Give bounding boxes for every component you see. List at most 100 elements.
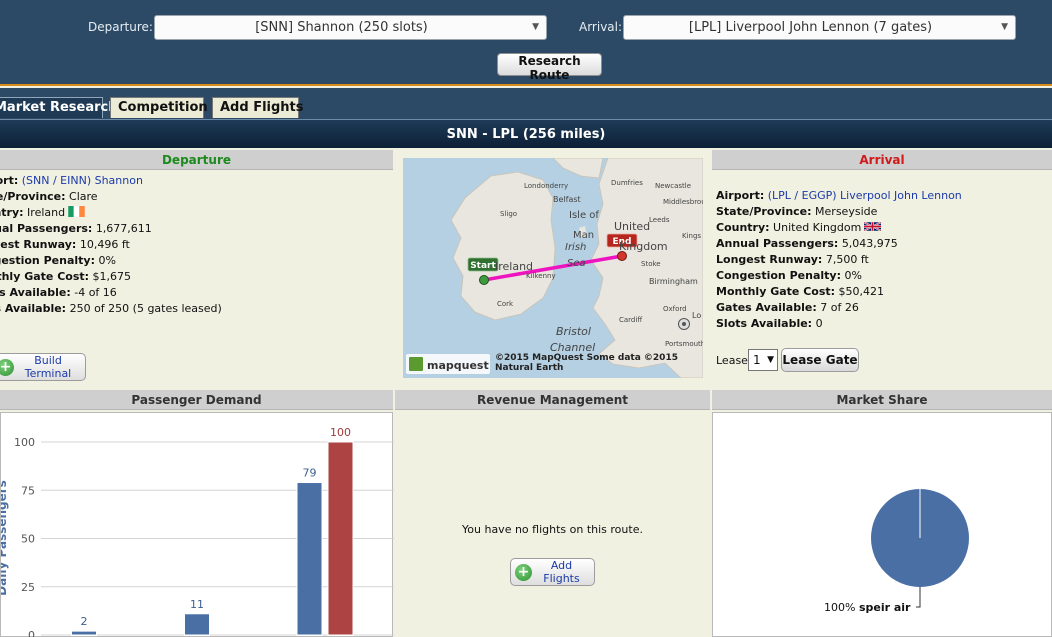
- svg-text:Middlesbrough: Middlesbrough: [663, 198, 703, 206]
- uk-flag-icon: [864, 221, 882, 232]
- svg-text:Irish: Irish: [565, 242, 586, 253]
- route-map[interactable]: Start End Londonderry Dumfries Newcastle…: [403, 158, 703, 378]
- y-tick-label: 25: [21, 581, 35, 594]
- y-tick-label: 50: [21, 533, 35, 546]
- pie-slice-label: 100% speir air: [824, 601, 911, 614]
- svg-text:Isle of: Isle of: [569, 210, 599, 221]
- route-title: SNN - LPL (256 miles): [0, 119, 1052, 148]
- map-start-label: Start: [470, 261, 496, 271]
- bar[interactable]: [296, 482, 323, 636]
- arrival-row-gate-cost: Monthly Gate Cost: $50,421: [716, 285, 885, 298]
- lease-quantity-select[interactable]: 1 ▼: [748, 349, 778, 371]
- svg-text:Lo: Lo: [692, 311, 701, 320]
- svg-text:Londonderry: Londonderry: [524, 182, 568, 190]
- bar-data-label: 11: [190, 598, 204, 611]
- mapquest-logo-icon: [409, 357, 423, 371]
- route-map-svg: Start End Londonderry Dumfries Newcastle…: [403, 158, 703, 378]
- departure-info: Airport: (SNN / EINN) Shannon State/Prov…: [0, 173, 222, 317]
- departure-row-passengers: Annual Passengers: 1,677,611: [0, 222, 152, 235]
- arrival-row-gates: Gates Available: 7 of 26: [716, 301, 859, 314]
- lease-label: Lease: [716, 354, 748, 367]
- y-axis-label: Daily Passengers: [1, 480, 9, 596]
- svg-text:Stoke: Stoke: [641, 260, 661, 268]
- svg-text:Newcastle: Newcastle: [655, 182, 691, 190]
- plus-icon: +: [515, 564, 532, 581]
- no-flights-message: You have no flights on this route.: [462, 523, 643, 536]
- departure-heading: Departure: [0, 150, 393, 170]
- svg-text:Kilkenny: Kilkenny: [526, 272, 556, 280]
- bar[interactable]: [184, 613, 210, 636]
- research-route-button[interactable]: Research Route: [497, 53, 602, 82]
- svg-text:Leeds: Leeds: [649, 216, 670, 224]
- route-search-bar: Departure: [SNN] Shannon (250 slots) ▼ A…: [0, 0, 1052, 86]
- arrival-row-state: State/Province: Merseyside: [716, 205, 878, 218]
- departure-row-runway: Longest Runway: 10,496 ft: [0, 238, 130, 251]
- svg-text:Portsmouth: Portsmouth: [665, 340, 703, 348]
- tab-add-flights[interactable]: Add Flights: [212, 97, 304, 118]
- passenger-demand-chart: 0 25 50 75 100 Daily Passengers 2 11 79 100: [0, 412, 394, 637]
- arrival-row-passengers: Annual Passengers: 5,043,975: [716, 237, 898, 250]
- svg-text:Birmingham: Birmingham: [649, 277, 698, 286]
- arrival-row-runway: Longest Runway: 7,500 ft: [716, 253, 869, 266]
- market-share-chart: 100% speir air: [712, 412, 1052, 637]
- add-flights-button[interactable]: + Add Flights: [510, 558, 595, 586]
- passenger-demand-svg: 0 25 50 75 100 Daily Passengers 2 11 79 100: [0, 426, 394, 637]
- passenger-demand-heading: Passenger Demand: [0, 390, 393, 410]
- svg-text:Dumfries: Dumfries: [611, 179, 643, 187]
- departure-airport-link[interactable]: (SNN / EINN) Shannon: [22, 174, 143, 187]
- bar[interactable]: [327, 441, 354, 636]
- tab-market-research[interactable]: Market Research: [0, 97, 118, 118]
- arrival-row-airport: Airport: (LPL / EGGP) Liverpool John Len…: [716, 189, 962, 202]
- svg-text:Sea: Sea: [567, 258, 586, 269]
- lease-quantity-value: 1: [753, 353, 761, 367]
- build-terminal-label: Build Terminal: [24, 354, 72, 380]
- revenue-management-panel: You have no flights on this route. + Add…: [395, 412, 710, 637]
- tab-competition[interactable]: Competition: [110, 97, 208, 118]
- y-tick-label: 0: [28, 629, 35, 637]
- y-tick-label: 100: [14, 436, 35, 449]
- departure-row-country: Country: Ireland: [0, 205, 222, 221]
- ireland-flag-icon: [68, 206, 85, 217]
- departure-select-value: [SNN] Shannon (250 slots): [255, 20, 428, 35]
- svg-text:Belfast: Belfast: [553, 195, 581, 204]
- pie-label-connector: [916, 587, 921, 608]
- arrival-heading: Arrival: [712, 150, 1052, 170]
- market-share-svg: 100% speir air: [824, 489, 969, 614]
- arrival-info: Airport: (LPL / EGGP) Liverpool John Len…: [716, 188, 962, 332]
- bar-data-label: 2: [81, 615, 88, 628]
- arrival-select-value: [LPL] Liverpool John Lennon (7 gates): [688, 20, 933, 35]
- tab-bar: Market Research Competition Add Flights: [0, 88, 1052, 119]
- departure-row-congestion: Congestion Penalty: 0%: [0, 254, 116, 267]
- departure-row-gates: Gates Available: -4 of 16: [0, 286, 117, 299]
- mapquest-logo-text: mapquest: [427, 359, 489, 372]
- bar-data-label: 79: [303, 467, 317, 480]
- lease-gate-button[interactable]: Lease Gate: [781, 348, 859, 372]
- svg-text:Cork: Cork: [497, 300, 514, 308]
- arrival-airport-link[interactable]: (LPL / EGGP) Liverpool John Lennon: [768, 189, 962, 202]
- arrival-select[interactable]: [LPL] Liverpool John Lennon (7 gates) ▼: [623, 15, 1016, 40]
- chevron-down-icon: ▼: [1001, 22, 1008, 32]
- svg-text:Sligo: Sligo: [500, 210, 517, 218]
- revenue-management-heading: Revenue Management: [395, 390, 710, 410]
- departure-label: Departure:: [88, 20, 153, 34]
- svg-text:Kingdom: Kingdom: [619, 240, 668, 253]
- bar[interactable]: [71, 630, 97, 636]
- svg-text:Man: Man: [573, 230, 594, 241]
- svg-text:Oxford: Oxford: [663, 305, 687, 313]
- build-terminal-button[interactable]: + Build Terminal: [0, 353, 86, 381]
- market-share-heading: Market Share: [712, 390, 1052, 410]
- departure-select[interactable]: [SNN] Shannon (250 slots) ▼: [154, 15, 547, 40]
- svg-text:Kings: Kings: [682, 232, 701, 240]
- arrival-row-congestion: Congestion Penalty: 0%: [716, 269, 862, 282]
- chevron-down-icon: ▼: [532, 22, 539, 32]
- svg-text:Cardiff: Cardiff: [619, 316, 642, 324]
- departure-row-state: State/Province: Clare: [0, 190, 98, 203]
- svg-text:United: United: [614, 220, 650, 233]
- departure-row-airport: Airport: (SNN / EINN) Shannon: [0, 174, 143, 187]
- svg-text:Bristol: Bristol: [556, 325, 591, 338]
- add-flights-label: Add Flights: [543, 559, 580, 585]
- chevron-down-icon: ▼: [767, 355, 774, 365]
- bar-data-label: 100: [330, 426, 351, 439]
- arrival-row-country: Country: United Kingdom: [716, 220, 962, 236]
- departure-row-gate-cost: Monthly Gate Cost: $1,675: [0, 270, 132, 283]
